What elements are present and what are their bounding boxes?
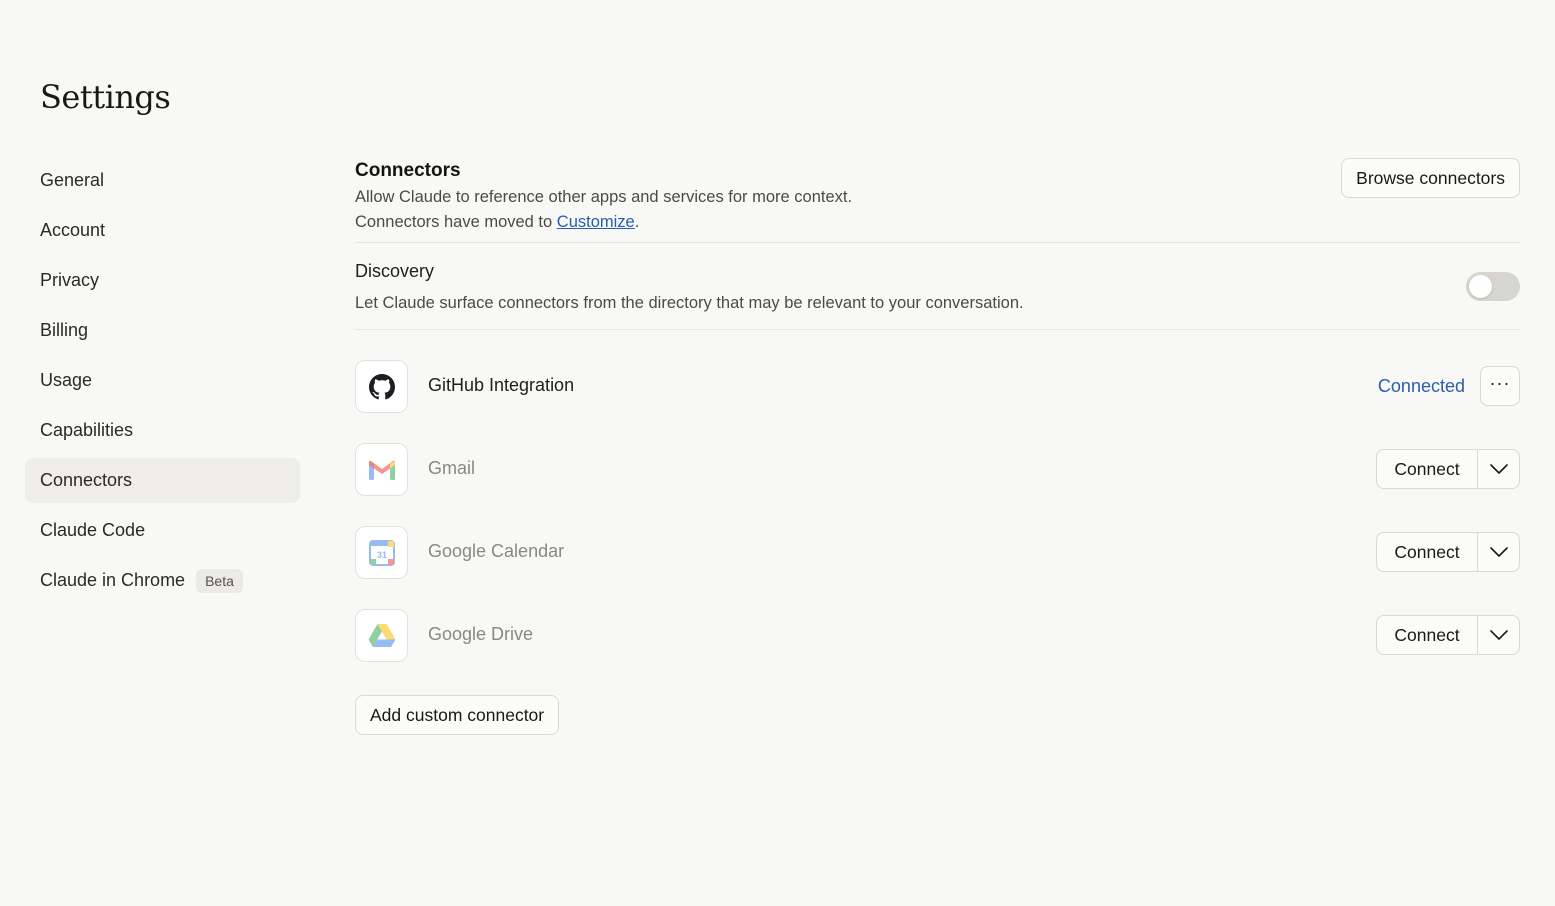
connector-row-gmail: Gmail Connect [355, 443, 1520, 496]
more-options-button[interactable]: ··· [1480, 366, 1520, 406]
calendar-date-text: 31 [376, 550, 386, 560]
connect-button[interactable]: Connect [1377, 616, 1478, 654]
sidebar-item-label: Billing [40, 320, 89, 340]
customize-link[interactable]: Customize [557, 213, 635, 231]
connector-row-google-calendar: 31 Google Calendar Connect [355, 526, 1520, 579]
sidebar-item-label: Capabilities [40, 420, 134, 440]
moved-notice: Connectors have moved to Customize. [355, 213, 639, 232]
chevron-down-icon[interactable] [1478, 533, 1519, 571]
settings-sidebar: General Account Privacy Billing Usage Ca… [25, 158, 300, 608]
sidebar-item-general[interactable]: General [25, 158, 300, 203]
sidebar-item-usage[interactable]: Usage [25, 358, 300, 403]
sidebar-item-privacy[interactable]: Privacy [25, 258, 300, 303]
sidebar-item-claude-code[interactable]: Claude Code [25, 508, 300, 553]
sidebar-item-connectors[interactable]: Connectors [25, 458, 300, 503]
page-title: Settings [40, 78, 171, 116]
discovery-toggle[interactable] [1466, 272, 1520, 301]
sidebar-item-label: Privacy [40, 270, 100, 290]
sidebar-item-label: Connectors [40, 470, 133, 490]
google-calendar-icon: 31 [355, 526, 408, 579]
connector-name: GitHub Integration [428, 375, 575, 395]
sidebar-item-claude-in-chrome[interactable]: Claude in Chrome Beta [25, 558, 300, 603]
moved-notice-period: . [634, 213, 640, 231]
discovery-description: Let Claude surface connectors from the d… [355, 294, 1024, 312]
add-custom-connector-button[interactable]: Add custom connector [355, 695, 560, 735]
chevron-down-icon[interactable] [1478, 450, 1519, 488]
connected-status: Connected [1377, 376, 1465, 396]
sidebar-item-account[interactable]: Account [25, 208, 300, 253]
section-description: Allow Claude to reference other apps and… [355, 188, 853, 206]
toggle-knob [1469, 275, 1492, 298]
connector-name: Google Calendar [428, 541, 565, 561]
connect-split-button: Connect [1376, 532, 1520, 572]
section-title: Connectors [355, 160, 461, 181]
sidebar-item-label: General [40, 170, 105, 190]
moved-notice-text: Connectors have moved to [355, 213, 557, 231]
connectors-panel: Connectors Allow Claude to reference oth… [355, 158, 1520, 735]
connector-name: Gmail [428, 458, 476, 478]
sidebar-item-label: Claude Code [40, 520, 146, 540]
gmail-icon [355, 443, 408, 496]
sidebar-item-capabilities[interactable]: Capabilities [25, 408, 300, 453]
connect-button[interactable]: Connect [1377, 533, 1478, 571]
sidebar-item-label: Account [40, 220, 106, 240]
sidebar-item-billing[interactable]: Billing [25, 308, 300, 353]
connect-button[interactable]: Connect [1377, 450, 1478, 488]
chevron-down-icon[interactable] [1478, 616, 1519, 654]
connector-row-github: GitHub Integration Connected ··· [355, 360, 1520, 413]
connector-row-google-drive: Google Drive Connect [355, 609, 1520, 662]
github-icon [355, 360, 408, 413]
sidebar-item-label: Usage [40, 370, 93, 390]
connect-split-button: Connect [1376, 449, 1520, 489]
browse-connectors-button[interactable]: Browse connectors [1341, 158, 1520, 198]
connector-name: Google Drive [428, 624, 534, 644]
sidebar-item-label: Claude in Chrome [40, 570, 186, 590]
google-drive-icon [355, 609, 408, 662]
connect-split-button: Connect [1376, 615, 1520, 655]
beta-badge: Beta [196, 568, 243, 593]
discovery-title: Discovery [355, 261, 435, 281]
discovery-setting: Discovery Let Claude surface connectors … [355, 243, 1520, 330]
connectors-header: Connectors Allow Claude to reference oth… [355, 158, 1520, 243]
